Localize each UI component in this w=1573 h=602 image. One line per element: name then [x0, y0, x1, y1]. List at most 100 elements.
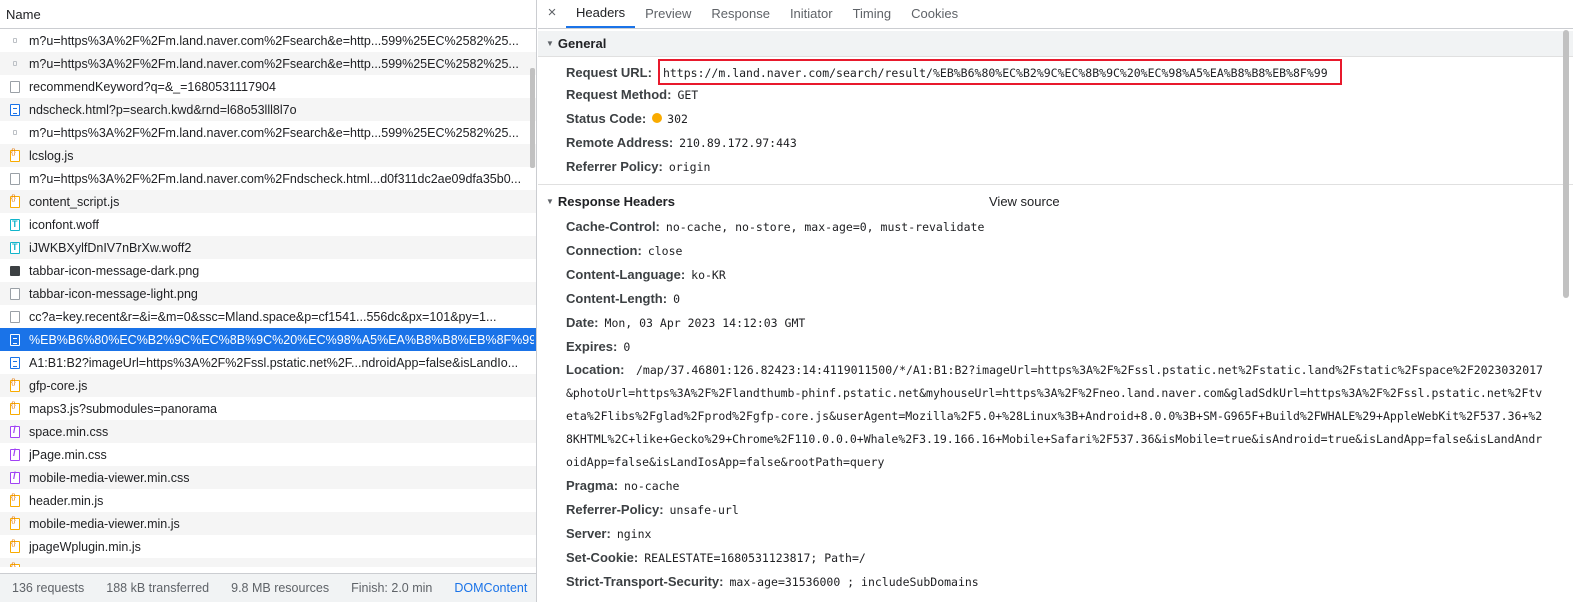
request-name: gfp-core.js — [29, 378, 88, 393]
request-row[interactable]: header.min.js — [0, 489, 536, 512]
tab-initiator[interactable]: Initiator — [780, 0, 843, 28]
js-file-icon — [10, 149, 20, 162]
request-row[interactable] — [0, 558, 536, 567]
tab-preview[interactable]: Preview — [635, 0, 701, 28]
request-row[interactable]: iJWKBXylfDnIV7nBrXw.woff2 — [0, 236, 536, 259]
request-method-label: Request Method: — [566, 87, 672, 102]
referrer-policy-value[interactable]: origin — [669, 155, 711, 179]
header-value[interactable]: close — [648, 239, 683, 263]
request-method-row: Request Method: GET — [538, 83, 1573, 107]
remote-address-value[interactable]: 210.89.172.97:443 — [679, 131, 797, 155]
request-row[interactable]: mobile-media-viewer.min.js — [0, 512, 536, 535]
request-name: m?u=https%3A%2F%2Fm.land.naver.com%2Fnds… — [29, 171, 522, 186]
header-key: Server: — [566, 526, 611, 541]
request-row[interactable]: mobile-media-viewer.min.css — [0, 466, 536, 489]
header-row-server: Server: nginx — [538, 522, 1573, 546]
request-name: cc?a=key.recent&r=&i=&m=0&ssc=Mland.spac… — [29, 309, 497, 324]
status-code-label: Status Code: — [566, 111, 647, 126]
request-row[interactable]: tabbar-icon-message-dark.png — [0, 259, 536, 282]
request-row[interactable]: tabbar-icon-message-light.png — [0, 282, 536, 305]
header-value[interactable]: nginx — [617, 522, 652, 546]
close-icon[interactable]: × — [538, 0, 566, 28]
view-source-link[interactable]: View source — [989, 189, 1060, 215]
referrer-policy-label: Referrer Policy: — [566, 159, 663, 174]
collapse-triangle-icon[interactable]: ▼ — [546, 189, 554, 215]
request-name: m?u=https%3A%2F%2Fm.land.naver.com%2Fsea… — [29, 56, 519, 71]
request-list-pane: Name m?u=https%3A%2F%2Fm.land.naver.com%… — [0, 0, 537, 602]
request-row[interactable]: content_script.js — [0, 190, 536, 213]
js-file-icon — [10, 517, 20, 530]
request-row[interactable]: jPage.min.css — [0, 443, 536, 466]
header-value[interactable]: no-cache, no-store, max-age=0, must-reva… — [666, 215, 985, 239]
request-list-scrollbar[interactable] — [530, 68, 535, 168]
network-summary-bar: 136 requests 188 kB transferred 9.8 MB r… — [0, 573, 536, 602]
general-section-header[interactable]: ▼ General — [538, 31, 1573, 57]
request-name: ndscheck.html?p=search.kwd&rnd=l68o53lll… — [29, 102, 297, 117]
domcontentloaded-time: DOMContent — [454, 581, 528, 595]
header-value[interactable]: max-age=31536000 ; includeSubDomains — [729, 570, 978, 594]
header-key: Location: — [566, 362, 625, 377]
request-row[interactable]: maps3.js?submodules=panorama — [0, 397, 536, 420]
blank-file-icon — [10, 172, 20, 185]
header-key: Pragma: — [566, 478, 619, 493]
tab-timing[interactable]: Timing — [843, 0, 902, 28]
request-row[interactable]: jpageWplugin.min.js — [0, 535, 536, 558]
request-row[interactable]: gfp-core.js — [0, 374, 536, 397]
request-method-value[interactable]: GET — [677, 83, 698, 107]
request-row[interactable]: m?u=https%3A%2F%2Fm.land.naver.com%2Fsea… — [0, 52, 536, 75]
font-file-icon — [10, 218, 20, 231]
request-row-selected[interactable]: %EB%B6%80%EC%B2%9C%EC%8B%9C%20%EC%98%A5%… — [0, 328, 536, 351]
js-file-icon — [10, 402, 20, 415]
js-file-icon — [10, 540, 20, 553]
request-name: jPage.min.css — [29, 447, 107, 462]
details-scrollbar[interactable] — [1563, 30, 1569, 298]
js-file-icon — [10, 195, 20, 208]
status-code-value[interactable]: 302 — [667, 107, 688, 131]
js-file-icon — [10, 563, 20, 567]
request-row[interactable]: cc?a=key.recent&r=&i=&m=0&ssc=Mland.spac… — [0, 305, 536, 328]
request-row[interactable]: A1:B1:B2?imageUrl=https%3A%2F%2Fssl.psta… — [0, 351, 536, 374]
header-value[interactable]: Mon, 03 Apr 2023 14:12:03 GMT — [605, 311, 806, 335]
header-value[interactable]: /map/37.46801:126.82423:14:4119011500/*/… — [566, 363, 1543, 469]
font-file-icon — [10, 241, 20, 254]
header-value[interactable]: ko-KR — [691, 263, 726, 287]
header-value[interactable]: unsafe-url — [670, 498, 739, 522]
request-url-value[interactable]: https://m.land.naver.com/search/result/%… — [663, 66, 1328, 80]
header-row-content-length: Content-Length: 0 — [538, 287, 1573, 311]
name-column-header[interactable]: Name — [0, 0, 536, 29]
request-row[interactable]: space.min.css — [0, 420, 536, 443]
request-name: mobile-media-viewer.min.js — [29, 516, 180, 531]
header-key: Strict-Transport-Security: — [566, 574, 724, 589]
header-value[interactable]: no-cache — [624, 474, 679, 498]
tab-headers[interactable]: Headers — [566, 0, 636, 28]
request-details-pane: × Headers Preview Response Initiator Tim… — [538, 0, 1573, 602]
header-value[interactable]: 0 — [623, 335, 630, 359]
header-key: Content-Language: — [566, 267, 686, 282]
request-row[interactable]: recommendKeyword?q=&_=1680531117904 — [0, 75, 536, 98]
request-row[interactable]: iconfont.woff — [0, 213, 536, 236]
tiny-file-icon — [13, 61, 17, 66]
doc-file-icon — [10, 103, 20, 116]
header-value[interactable]: REALESTATE=1680531123817; Path=/ — [644, 546, 866, 570]
request-row[interactable]: ndscheck.html?p=search.kwd&rnd=l68o53lll… — [0, 98, 536, 121]
request-name: header.min.js — [29, 493, 104, 508]
request-row[interactable]: m?u=https%3A%2F%2Fm.land.naver.com%2Fnds… — [0, 167, 536, 190]
request-row[interactable]: m?u=https%3A%2F%2Fm.land.naver.com%2Fsea… — [0, 121, 536, 144]
tab-cookies[interactable]: Cookies — [901, 0, 968, 28]
response-headers-section-header[interactable]: ▼ Response Headers View source — [538, 189, 1573, 215]
header-row-strict-transport-security: Strict-Transport-Security: max-age=31536… — [538, 570, 1573, 594]
tab-response[interactable]: Response — [701, 0, 780, 28]
header-value[interactable]: 0 — [673, 287, 680, 311]
request-name: A1:B1:B2?imageUrl=https%3A%2F%2Fssl.psta… — [29, 355, 519, 370]
header-key: Date: — [566, 315, 599, 330]
collapse-triangle-icon[interactable]: ▼ — [546, 31, 554, 57]
header-row-connection: Connection: close — [538, 239, 1573, 263]
request-row[interactable]: m?u=https%3A%2F%2Fm.land.naver.com%2Fsea… — [0, 29, 536, 52]
css-file-icon — [10, 448, 20, 461]
header-row-location: Location: /map/37.46801:126.82423:14:411… — [538, 359, 1573, 474]
header-key: Cache-Control: — [566, 219, 660, 234]
header-row-content-language: Content-Language: ko-KR — [538, 263, 1573, 287]
request-row[interactable]: lcslog.js — [0, 144, 536, 167]
header-row-cache-control: Cache-Control: no-cache, no-store, max-a… — [538, 215, 1573, 239]
remote-address-row: Remote Address: 210.89.172.97:443 — [538, 131, 1573, 155]
